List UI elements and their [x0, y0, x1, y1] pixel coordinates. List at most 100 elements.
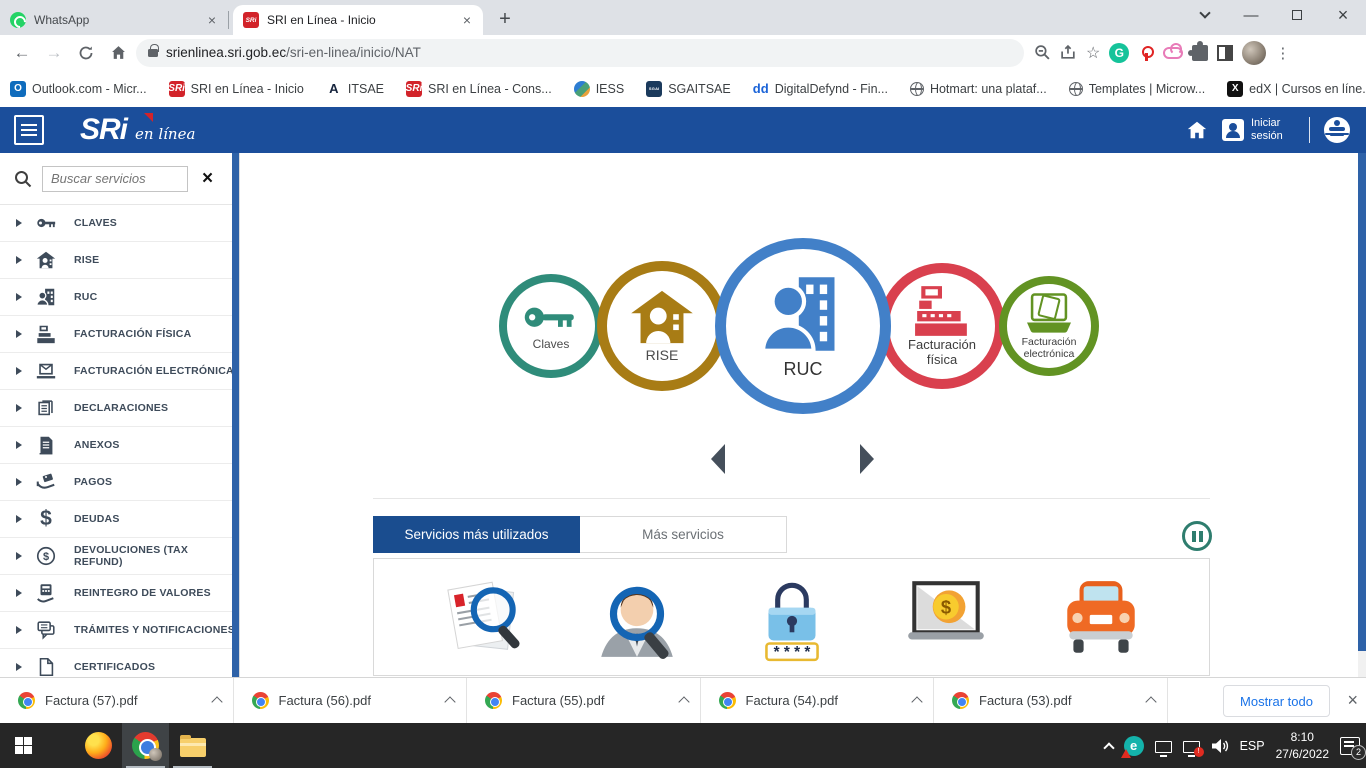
minimize-button[interactable]: — — [1228, 0, 1274, 30]
sidebar-item-claves[interactable]: CLAVES — [0, 205, 239, 242]
password-key-extension-icon[interactable] — [1138, 45, 1154, 61]
carousel-item-facturacion-fisica[interactable]: Facturación física — [879, 263, 1005, 389]
hamburger-menu-button[interactable] — [14, 115, 44, 145]
network-icon[interactable] — [1155, 741, 1172, 753]
tab-sri-en-linea[interactable]: SRi SRI en Línea - Inicio × — [233, 5, 483, 35]
download-item[interactable]: Factura (57).pdf — [0, 678, 234, 723]
search-input[interactable] — [42, 166, 188, 192]
forward-icon[interactable]: → — [40, 39, 68, 67]
carousel-prev-icon[interactable] — [711, 444, 725, 474]
download-item[interactable]: Factura (56).pdf — [234, 678, 468, 723]
chevron-up-icon[interactable] — [911, 696, 922, 707]
notifications-icon[interactable]: 2 — [1340, 737, 1360, 755]
sri-logo[interactable]: SRi en línea — [80, 113, 195, 147]
share-icon[interactable] — [1060, 44, 1077, 61]
sidebar-scrollbar-track[interactable] — [232, 153, 239, 677]
bookmark-templates[interactable]: Templates | Microw... — [1069, 82, 1205, 96]
sidebar-item-reintegro[interactable]: REINTEGRO DE VALORES — [0, 575, 239, 612]
sidebar-item-deudas[interactable]: $ DEUDAS — [0, 501, 239, 538]
home-icon[interactable] — [104, 39, 132, 67]
new-tab-button[interactable]: + — [491, 5, 519, 33]
restore-button[interactable] — [1274, 0, 1320, 30]
sidebar-item-ruc[interactable]: RUC — [0, 279, 239, 316]
bookmark-sri-inicio[interactable]: SRiSRI en Línea - Inicio — [169, 81, 304, 97]
bookmark-digitaldefynd[interactable]: ddDigitalDefynd - Fin... — [753, 81, 888, 97]
tab-whatsapp[interactable]: WhatsApp × — [0, 5, 228, 35]
sidebar-item-declaraciones[interactable]: DECLARACIONES — [0, 390, 239, 427]
sidebar-item-tramites[interactable]: TRÁMITES Y NOTIFICACIONES — [0, 612, 239, 649]
clock[interactable]: 8:1027/6/2022 — [1276, 729, 1329, 761]
show-all-downloads-button[interactable]: Mostrar todo — [1223, 685, 1330, 717]
language-indicator[interactable]: ESP — [1240, 739, 1265, 753]
carousel-item-facturacion-electronica[interactable]: Facturación electrónica — [999, 276, 1099, 376]
sidebar-item-facturacion-fisica[interactable]: FACTURACIÓN FÍSICA — [0, 316, 239, 353]
taskbar-chrome[interactable] — [122, 723, 169, 768]
page-scrollbar-thumb[interactable] — [1358, 153, 1366, 651]
address-bar[interactable]: srienlinea.sri.gob.ec/sri-en-linea/inici… — [136, 39, 1024, 67]
tray-e-app-icon[interactable]: e — [1124, 736, 1144, 756]
car-icon[interactable] — [1055, 569, 1147, 669]
chevron-up-icon[interactable] — [444, 696, 455, 707]
speaker-icon[interactable] — [1211, 738, 1229, 754]
sidebar-scrollbar-thumb[interactable] — [232, 153, 239, 677]
extensions-puzzle-icon[interactable] — [1192, 45, 1208, 61]
carousel-item-claves[interactable]: Claves — [499, 274, 603, 378]
download-item[interactable]: Factura (54).pdf — [701, 678, 935, 723]
bookmark-itsae[interactable]: AITSAE — [326, 81, 384, 97]
close-window-button[interactable]: × — [1320, 0, 1366, 30]
browser-menu-icon[interactable]: ⋮ — [1275, 44, 1290, 62]
chevron-up-icon[interactable] — [211, 696, 222, 707]
sidebar-item-pagos[interactable]: PAGOS — [0, 464, 239, 501]
taskbar-file-explorer[interactable] — [169, 723, 216, 768]
laptop-dollar-icon[interactable]: $ — [900, 569, 992, 669]
bookmark-edx[interactable]: XedX | Cursos en líne... — [1227, 81, 1366, 97]
zoom-icon[interactable] — [1034, 44, 1051, 61]
clear-search-icon[interactable]: × — [202, 168, 213, 190]
sidebar-item-devoluciones[interactable]: $ DEVOLUCIONES (TAX REFUND) — [0, 538, 239, 575]
chevron-up-icon[interactable] — [1145, 696, 1156, 707]
download-item[interactable]: Factura (53).pdf — [934, 678, 1168, 723]
sidebar-item-rise[interactable]: RISE — [0, 242, 239, 279]
bookmark-sgaitsae[interactable]: SGAISGAITSAE — [646, 81, 731, 97]
login-button[interactable]: Iniciar sesión — [1222, 117, 1295, 143]
cloud-extension-icon[interactable] — [1163, 47, 1183, 59]
chevron-up-icon[interactable] — [678, 696, 689, 707]
person-search-icon[interactable] — [591, 569, 683, 669]
reload-icon[interactable] — [72, 39, 100, 67]
bookmark-outlook[interactable]: OOutlook.com - Micr... — [10, 81, 147, 97]
back-icon[interactable]: ← — [8, 39, 36, 67]
document-search-icon[interactable] — [437, 569, 529, 669]
caret-right-icon — [16, 441, 22, 449]
sidebar-item-facturacion-electronica[interactable]: FACTURACIÓN ELECTRÓNICA — [0, 353, 239, 390]
bookmark-sri-consultas[interactable]: SRiSRI en Línea - Cons... — [406, 81, 552, 97]
padlock-password-icon[interactable]: * * * * — [746, 569, 838, 669]
display-alert-icon[interactable] — [1183, 741, 1200, 753]
download-item[interactable]: Factura (55).pdf — [467, 678, 701, 723]
close-tab-icon[interactable]: × — [461, 12, 473, 28]
profile-avatar[interactable] — [1242, 41, 1266, 65]
tray-expand-icon[interactable] — [1103, 742, 1114, 753]
page-scrollbar-track[interactable] — [1358, 153, 1366, 677]
bookmark-iess[interactable]: IESS — [574, 81, 625, 97]
sidebar-item-anexos[interactable]: ANEXOS — [0, 427, 239, 464]
tab-servicios-mas-utilizados[interactable]: Servicios más utilizados — [373, 516, 580, 553]
carousel-item-rise[interactable]: RISE — [597, 261, 727, 391]
bookmark-hotmart[interactable]: Hotmart: una plataf... — [910, 82, 1047, 96]
bookmark-star-icon[interactable]: ☆ — [1086, 43, 1100, 63]
tab-mas-servicios[interactable]: Más servicios — [580, 516, 787, 553]
dark-reader-extension-icon[interactable] — [1217, 45, 1233, 61]
sidebar-item-certificados[interactable]: CERTIFICADOS — [0, 649, 239, 677]
start-button[interactable] — [0, 723, 47, 768]
accessibility-icon[interactable] — [1324, 117, 1350, 143]
pause-carousel-button[interactable] — [1182, 521, 1212, 551]
laptop-document-icon — [1021, 292, 1077, 336]
grammarly-extension-icon[interactable]: G — [1109, 43, 1129, 63]
tab-search-icon[interactable] — [1182, 0, 1228, 30]
home-icon[interactable] — [1186, 119, 1208, 141]
chrome-pdf-icon — [18, 692, 35, 709]
carousel-next-icon[interactable] — [860, 444, 874, 474]
close-tab-icon[interactable]: × — [206, 12, 218, 28]
close-downloads-icon[interactable]: × — [1347, 690, 1358, 711]
carousel-item-ruc[interactable]: RUC — [715, 238, 891, 414]
taskbar-firefox[interactable] — [75, 723, 122, 768]
